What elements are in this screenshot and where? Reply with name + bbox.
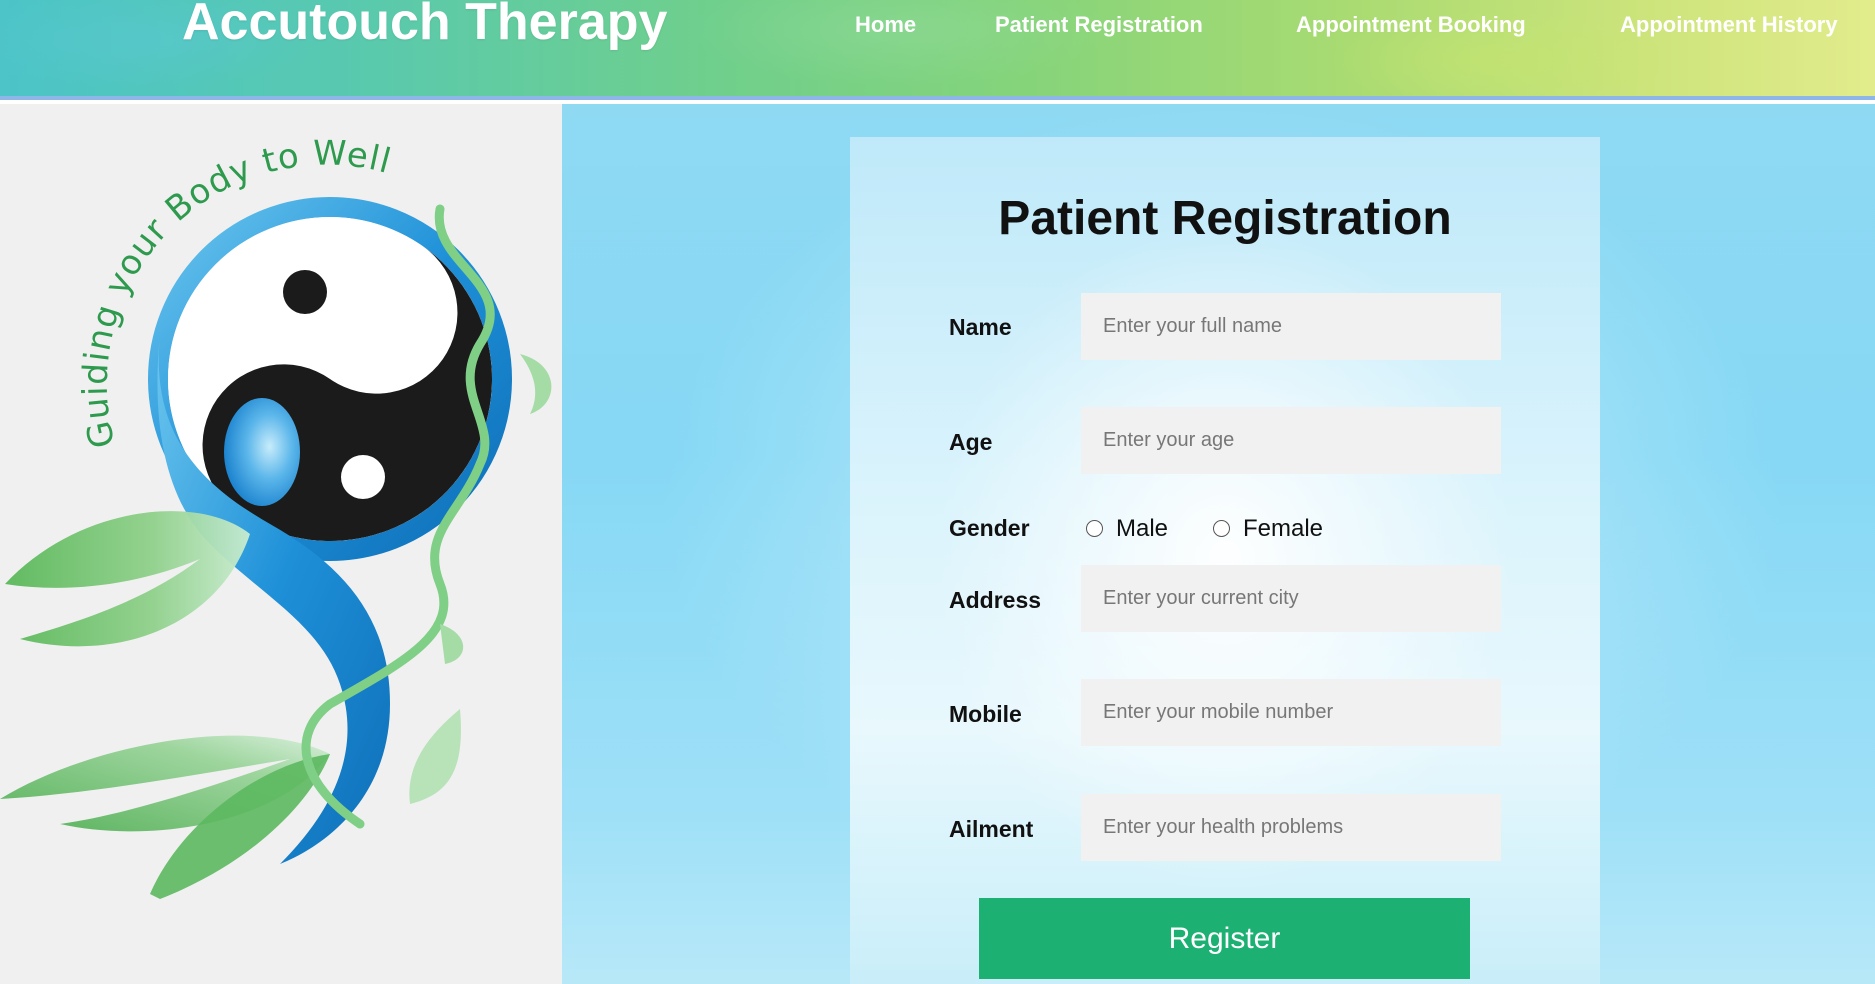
gender-radio-group: Male Female [1086,515,1486,545]
male-radio-button[interactable] [1086,520,1103,537]
mobile-input[interactable] [1081,679,1501,746]
main-nav: Home Patient Registration Appointment Bo… [0,12,1875,42]
female-radio-button[interactable] [1213,520,1230,537]
name-input[interactable] [1081,293,1501,360]
age-label: Age [949,429,993,455]
yin-yang-dot-black [283,270,327,314]
female-radio-label[interactable]: Female [1243,515,1323,543]
ailment-label: Ailment [949,816,1034,842]
yin-yang-dot-white [341,455,385,499]
age-input[interactable] [1081,407,1501,474]
nav-link-appointment-history[interactable]: Appointment History [1620,12,1838,38]
logo-droplet [224,398,300,506]
mobile-label: Mobile [949,701,1022,727]
form-title: Patient Registration [998,192,1452,245]
nav-link-home[interactable]: Home [855,12,916,38]
gender-label: Gender [949,515,1030,541]
registration-form-card: Patient Registration Name Age Gender Mal… [850,137,1600,984]
address-input[interactable] [1081,565,1501,632]
site-header: Accutouch Therapy Home Patient Registrat… [0,0,1875,100]
logo-vine-leaf-2 [440,624,464,664]
address-label: Address [949,587,1042,613]
nav-link-patient-registration[interactable]: Patient Registration [995,12,1203,38]
register-button[interactable]: Register [979,898,1470,979]
nav-link-appointment-booking[interactable]: Appointment Booking [1296,12,1526,38]
wellness-logo-image: Guiding your Body to Wellness. [0,104,552,899]
name-label: Name [949,314,1012,340]
logo-vine-leaf-3 [409,709,461,804]
logo-vine-leaf-1 [520,354,552,414]
logo-panel: Guiding your Body to Wellness. [0,104,562,984]
male-radio-label[interactable]: Male [1116,515,1168,543]
logo-leaf-left [5,511,250,647]
ailment-input[interactable] [1081,794,1501,861]
